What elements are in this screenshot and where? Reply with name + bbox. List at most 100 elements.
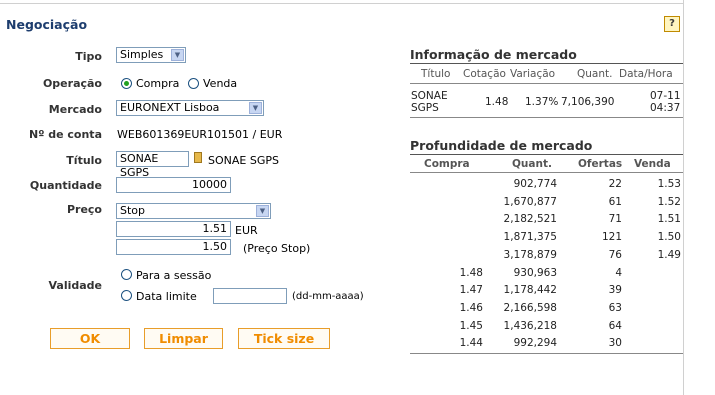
mi-bottom-divider <box>410 117 683 118</box>
depth-header-divider <box>410 172 683 173</box>
depth-quant: 902,774 <box>513 178 557 190</box>
depth-quant: 930,963 <box>513 266 557 279</box>
preco-type-select[interactable]: Stop ▼ <box>116 203 271 219</box>
validade-label: Validade <box>48 279 102 292</box>
depth-quant: 1,670,877 <box>503 195 557 208</box>
depth-compra: 1.47 <box>459 284 483 297</box>
mi-titulo-line2: SGPS <box>411 102 439 114</box>
depth-venda: 1.50 <box>657 231 681 244</box>
depth-quant: 3,178,879 <box>503 248 557 261</box>
depth-quant: 1,178,442 <box>503 284 557 297</box>
page-title: Negociação <box>6 17 88 32</box>
depth-ofertas: 63 <box>608 301 622 314</box>
depth-row: 1,871,375 121 1.50 <box>410 229 683 245</box>
venda-radio-label: Venda <box>203 77 238 90</box>
tipo-label: Tipo <box>75 50 102 63</box>
chevron-down-icon: ▼ <box>171 49 184 61</box>
depth-compra: 1.45 <box>459 319 483 332</box>
depth-title: Profundidade de mercado <box>410 138 593 153</box>
depth-divider <box>410 154 683 155</box>
depth-ofertas: 121 <box>601 231 622 244</box>
session-radio-label: Para a sessão <box>136 269 212 282</box>
depth-bottom-divider <box>410 353 683 354</box>
tipo-select[interactable]: Simples ▼ <box>116 47 186 63</box>
depth-row: 1.48 930,963 4 <box>410 265 683 281</box>
mi-header-quant: Quant. <box>577 68 613 80</box>
lookup-book-icon[interactable] <box>194 152 202 163</box>
stop-price-input[interactable]: 1.50 <box>116 239 231 255</box>
mi-quant: 7,106,390 <box>561 96 615 108</box>
market-info-title: Informação de mercado <box>410 47 577 62</box>
mercado-label: Mercado <box>48 103 102 116</box>
right-divider <box>683 0 684 395</box>
depth-quant: 992,294 <box>513 337 557 350</box>
depth-ofertas: 22 <box>608 178 622 190</box>
mercado-select[interactable]: EURONEXT Lisboa ▼ <box>116 100 264 116</box>
depth-quant: 2,166,598 <box>503 301 557 314</box>
date-limit-radio-label: Data limite <box>136 290 197 303</box>
tick-size-button[interactable]: Tick size <box>238 328 330 349</box>
mi-header-datahora: Data/Hora <box>619 68 673 80</box>
depth-ofertas: 61 <box>608 195 622 208</box>
depth-ofertas: 39 <box>608 284 622 297</box>
mi-header-variacao: Variação <box>510 68 556 80</box>
depth-quant: 1,436,218 <box>503 319 557 332</box>
date-limit-input[interactable] <box>213 288 287 304</box>
depth-compra: 1.46 <box>459 301 483 314</box>
depth-ofertas: 71 <box>608 213 622 226</box>
quantidade-input[interactable]: 10000 <box>116 177 231 193</box>
depth-ofertas: 64 <box>608 319 622 332</box>
depth-quant: 1,871,375 <box>503 231 557 244</box>
session-radio[interactable] <box>121 269 132 280</box>
conta-value: WEB601369EUR101501 / EUR <box>117 128 283 141</box>
preco-type-value: Stop <box>120 204 146 217</box>
depth-header-ofertas: Ofertas <box>578 158 623 170</box>
date-limit-radio[interactable] <box>121 290 132 301</box>
mi-header-titulo: Título <box>421 68 451 80</box>
depth-ofertas: 76 <box>608 248 622 261</box>
depth-row: 1.46 2,166,598 63 <box>410 300 683 316</box>
market-info-divider <box>410 63 683 64</box>
tipo-select-value: Simples <box>120 48 164 61</box>
depth-header-venda: Venda <box>634 158 671 170</box>
titulo-input[interactable]: SONAE SGPS <box>116 151 189 179</box>
depth-row: 1.45 1,436,218 64 <box>410 318 683 334</box>
titulo-name: SONAE SGPS <box>208 154 279 167</box>
mercado-select-value: EURONEXT Lisboa <box>120 101 220 114</box>
depth-ofertas: 30 <box>608 337 622 350</box>
mi-data: 07-11 <box>650 90 681 102</box>
top-divider <box>0 3 683 4</box>
mi-hora: 04:37 <box>650 102 681 114</box>
depth-row: 902,774 22 1.53 <box>410 176 683 192</box>
date-format-hint: (dd-mm-aaaa) <box>292 291 364 302</box>
mi-titulo-line1: SONAE <box>411 90 448 102</box>
titulo-label: Título <box>66 154 102 167</box>
compra-radio[interactable] <box>121 78 132 89</box>
quantidade-label: Quantidade <box>29 179 102 192</box>
conta-label: Nº de conta <box>29 128 102 141</box>
price-unit: EUR <box>235 224 258 237</box>
depth-row: 1.47 1,178,442 39 <box>410 282 683 298</box>
compra-radio-label: Compra <box>136 77 180 90</box>
ok-button[interactable]: OK <box>50 328 130 349</box>
preco-label: Preço <box>66 203 102 216</box>
depth-row: 1,670,877 61 1.52 <box>410 194 683 210</box>
depth-compra: 1.48 <box>459 266 483 279</box>
chevron-down-icon: ▼ <box>249 102 262 114</box>
depth-quant: 2,182,521 <box>503 213 557 226</box>
depth-venda: 1.52 <box>657 195 681 208</box>
depth-venda: 1.49 <box>657 248 681 261</box>
help-icon[interactable]: ? <box>664 16 680 32</box>
limpar-button[interactable]: Limpar <box>144 328 223 349</box>
price-input[interactable]: 1.51 <box>116 221 231 237</box>
depth-row: 3,178,879 76 1.49 <box>410 247 683 263</box>
depth-venda: 1.53 <box>657 178 681 190</box>
stop-price-note: (Preço Stop) <box>243 242 311 255</box>
venda-radio[interactable] <box>188 78 199 89</box>
depth-row: 1.44 992,294 30 <box>410 335 683 351</box>
operacao-label: Operação <box>42 77 102 90</box>
depth-compra: 1.44 <box>459 337 483 350</box>
depth-header-compra: Compra <box>424 158 470 170</box>
mi-header-divider <box>410 83 683 84</box>
mi-cotacao: 1.48 <box>485 96 509 108</box>
